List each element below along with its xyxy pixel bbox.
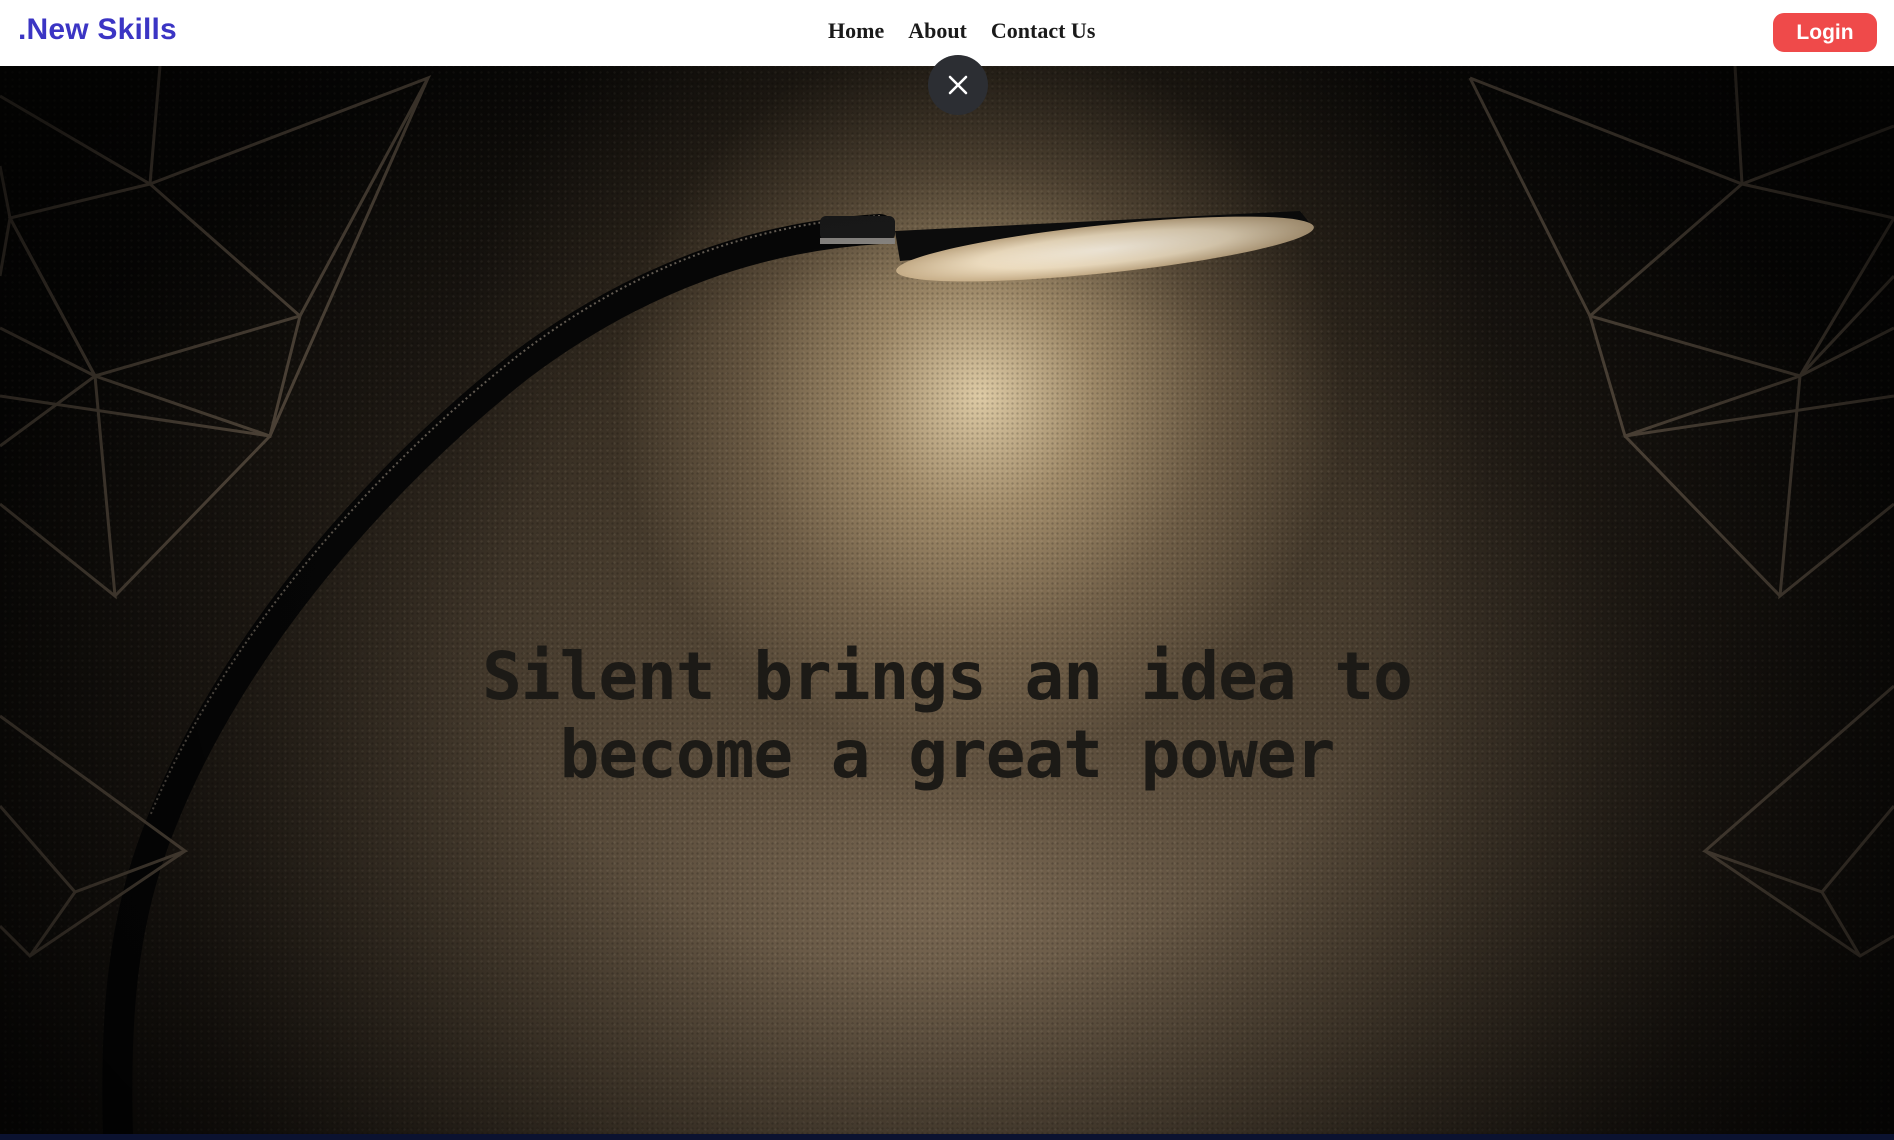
headline-line-1: Silent brings an idea to	[482, 638, 1413, 715]
nav-about-link[interactable]: About	[908, 18, 967, 44]
headline-line-2: become a great power	[559, 716, 1336, 793]
nav-home-link[interactable]: Home	[828, 18, 884, 44]
hero-headline: Silent brings an idea to become a great …	[447, 638, 1447, 794]
hero-banner: Silent brings an idea to become a great …	[0, 66, 1894, 1135]
main-nav: Home About Contact Us	[828, 18, 1095, 44]
brand-logo[interactable]: .New Skills	[18, 13, 177, 47]
close-icon	[948, 75, 968, 95]
login-button[interactable]: Login	[1773, 13, 1877, 52]
nav-contact-link[interactable]: Contact Us	[991, 18, 1096, 44]
bottom-strip	[0, 1134, 1894, 1140]
vignette-overlay	[0, 66, 1894, 1135]
close-button[interactable]	[928, 55, 988, 115]
